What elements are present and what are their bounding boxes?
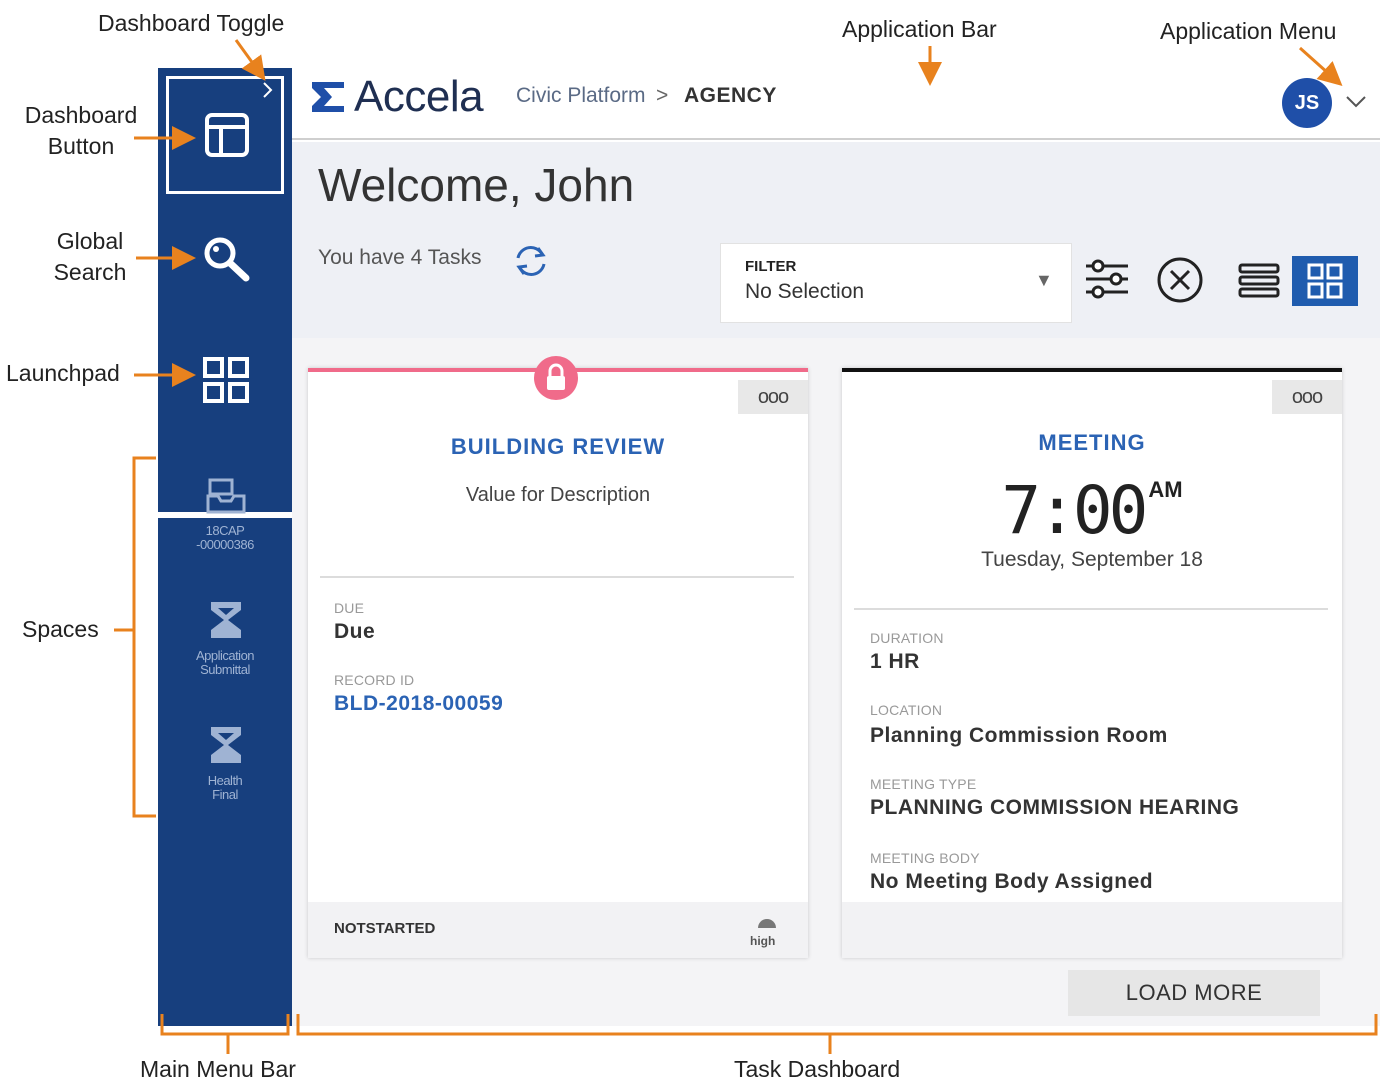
card-title[interactable]: MEETING xyxy=(842,430,1342,456)
card-more-button[interactable]: ooo xyxy=(1272,380,1342,414)
filter-select[interactable]: FILTER No Selection ▼ xyxy=(720,243,1072,323)
breadcrumb-agency[interactable]: AGENCY xyxy=(684,84,777,108)
annotation-launchpad: Launchpad xyxy=(6,360,120,386)
field-value-meeting-body: No Meeting Body Assigned xyxy=(870,870,1154,893)
task-count: You have 4 Tasks xyxy=(318,246,482,269)
user-avatar[interactable]: JS xyxy=(1282,78,1332,128)
field-label-due: DUE xyxy=(334,600,365,616)
field-label-duration: DURATION xyxy=(870,630,944,646)
meeting-time: 7:00 AM xyxy=(842,472,1342,549)
card-footer xyxy=(842,902,1342,958)
dashboard-icon xyxy=(205,113,249,157)
grid-view-button[interactable] xyxy=(1292,256,1358,306)
refresh-icon[interactable] xyxy=(508,238,554,284)
list-view-icon[interactable] xyxy=(1238,262,1280,300)
launchpad-icon[interactable] xyxy=(203,357,249,403)
filter-value: No Selection xyxy=(745,280,865,303)
field-value-due: Due xyxy=(334,620,376,643)
space-label-line1: Health xyxy=(207,773,243,788)
space-label-line2: Final xyxy=(212,787,238,802)
priority-gauge-icon xyxy=(758,919,776,928)
annotation-dashboard-toggle: Dashboard Toggle xyxy=(98,10,285,36)
annotation-dashboard-button-line2: Button xyxy=(47,133,115,160)
meeting-date: Tuesday, September 18 xyxy=(981,548,1203,571)
lock-icon xyxy=(534,356,578,400)
space-item-application-submittal[interactable]: Application Submittal xyxy=(158,649,292,677)
sliders-icon[interactable] xyxy=(1084,258,1130,300)
search-icon[interactable] xyxy=(202,236,252,282)
card-divider xyxy=(854,608,1328,610)
card-more-button[interactable]: ooo xyxy=(738,380,808,414)
field-label-record-id: RECORD ID xyxy=(334,672,415,688)
space-item-health-final[interactable]: Health Final xyxy=(158,774,292,802)
breadcrumb-separator: > xyxy=(656,84,669,107)
annotation-global-search: Global Search xyxy=(38,226,142,288)
annotation-dashboard-button: Dashboard Button xyxy=(14,100,148,162)
field-value-meeting-type: PLANNING COMMISSION HEARING xyxy=(870,796,1240,819)
annotation-spaces: Spaces xyxy=(22,616,99,642)
breadcrumb-platform[interactable]: Civic Platform xyxy=(516,84,646,108)
annotation-main-menu-bar: Main Menu Bar xyxy=(140,1056,296,1082)
welcome-heading: Welcome, John xyxy=(318,159,635,211)
record-id-link[interactable]: BLD-2018-00059 xyxy=(334,692,503,716)
field-value-duration: 1 HR xyxy=(870,650,920,673)
annotation-task-dashboard: Task Dashboard xyxy=(734,1056,901,1082)
hourglass-icon[interactable] xyxy=(208,725,244,765)
inbox-icon[interactable] xyxy=(206,476,246,514)
space-label-line1: Application xyxy=(195,648,255,663)
load-more-button[interactable]: LOAD MORE xyxy=(1068,970,1320,1016)
field-label-meeting-type: MEETING TYPE xyxy=(870,776,977,792)
space-label-line2: -00000386 xyxy=(196,537,254,552)
dashboard-toggle-chevron-icon[interactable] xyxy=(258,80,278,100)
meeting-time-ampm: AM xyxy=(1148,477,1183,502)
meeting-time-value: 7:00 xyxy=(1001,472,1148,549)
card-footer: NOTSTARTED high xyxy=(308,902,808,958)
brand-name: Accela xyxy=(354,72,484,121)
task-card-meeting[interactable]: ooo MEETING 7:00 AM Tuesday, September 18… xyxy=(842,368,1342,958)
hourglass-icon[interactable] xyxy=(208,600,244,640)
space-item-18cap[interactable]: 18CAP -00000386 xyxy=(158,524,292,552)
card-title[interactable]: BUILDING REVIEW xyxy=(308,434,808,460)
annotation-application-menu: Application Menu xyxy=(1160,18,1337,44)
annotation-global-search-line2: Search xyxy=(53,259,127,286)
space-label-line1: 18CAP xyxy=(205,523,245,538)
card-description: Value for Description xyxy=(465,484,651,506)
task-priority: high xyxy=(750,934,776,948)
grid-view-icon xyxy=(1307,263,1343,299)
annotation-application-bar: Application Bar xyxy=(842,16,997,42)
field-label-meeting-body: MEETING BODY xyxy=(870,850,980,866)
annotation-dashboard-button-line1: Dashboard xyxy=(24,102,138,128)
filter-label: FILTER xyxy=(745,258,797,275)
clear-filter-icon[interactable] xyxy=(1156,256,1204,304)
caret-down-icon: ▼ xyxy=(1035,270,1053,290)
task-status: NOTSTARTED xyxy=(334,920,436,937)
annotation-global-search-line1: Global xyxy=(56,228,124,254)
task-card-building-review[interactable]: ooo BUILDING REVIEW Value for Descriptio… xyxy=(308,356,808,958)
application-menu-chevron-icon[interactable] xyxy=(1344,94,1368,110)
card-divider xyxy=(320,576,794,578)
accela-logo-icon xyxy=(312,82,344,112)
space-label-line2: Submittal xyxy=(200,662,250,677)
field-value-location: Planning Commission Room xyxy=(870,724,1168,747)
field-label-location: LOCATION xyxy=(870,702,943,718)
